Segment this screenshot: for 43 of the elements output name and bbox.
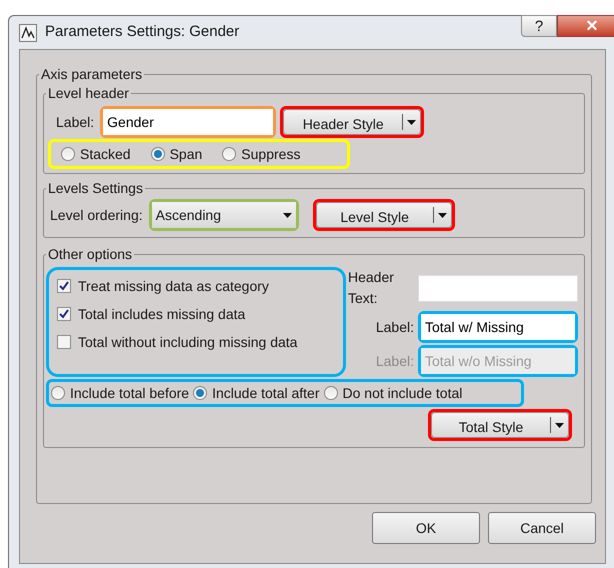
- group-title: Axis parameters: [40, 65, 144, 84]
- radio-button[interactable]: [324, 386, 338, 400]
- dropdown[interactable]: Ascending: [152, 202, 296, 228]
- field-label: Header Text:: [348, 268, 395, 308]
- radio-label: Suppress: [241, 144, 300, 164]
- radio-button[interactable]: [61, 147, 75, 161]
- text-field[interactable]: [418, 274, 578, 302]
- text-field[interactable]: Gender: [103, 109, 274, 135]
- radio-label: Span: [170, 144, 202, 164]
- checkbox[interactable]: [57, 279, 71, 293]
- window-title: Parameters Settings: Gender: [45, 22, 240, 42]
- checkbox-label: Total without including missing data: [78, 332, 298, 352]
- group-title: Level header: [47, 84, 130, 103]
- radio-label: Do not include total: [342, 384, 462, 402]
- radio-label: Include total after: [212, 384, 320, 402]
- radio-label: Include total before: [70, 384, 190, 402]
- field-label: Label:: [376, 318, 414, 336]
- field-label: Label:: [56, 112, 94, 132]
- help-button[interactable]: ?: [521, 15, 557, 37]
- checkbox[interactable]: [57, 335, 71, 349]
- radio-button[interactable]: [222, 147, 236, 161]
- app-icon: [19, 24, 37, 42]
- split-button[interactable]: Total Style: [431, 412, 569, 438]
- dialog-button[interactable]: OK: [372, 512, 480, 544]
- checkbox-label: Treat missing data as category: [78, 276, 269, 296]
- caret-icon: [407, 120, 416, 124]
- radio-label: Stacked: [80, 144, 131, 164]
- caret-icon: [282, 212, 292, 218]
- radio-button[interactable]: [51, 386, 65, 400]
- split-button[interactable]: Level Style: [316, 202, 452, 228]
- field-label: Level ordering:: [50, 206, 143, 225]
- field-label: Label:: [376, 352, 414, 370]
- group-title: Other options: [47, 245, 134, 264]
- radio-button[interactable]: [150, 147, 165, 161]
- caret-icon: [438, 212, 447, 218]
- dialog-button[interactable]: Cancel: [488, 512, 596, 544]
- text-field[interactable]: Total w/ Missing: [421, 314, 575, 340]
- checkbox[interactable]: [57, 307, 71, 321]
- radio-button[interactable]: [193, 386, 208, 400]
- split-button[interactable]: Header Style: [283, 109, 422, 135]
- caret-icon: [555, 422, 564, 428]
- group-title: Levels Settings: [47, 179, 144, 198]
- checkbox-label: Total includes missing data: [78, 304, 246, 324]
